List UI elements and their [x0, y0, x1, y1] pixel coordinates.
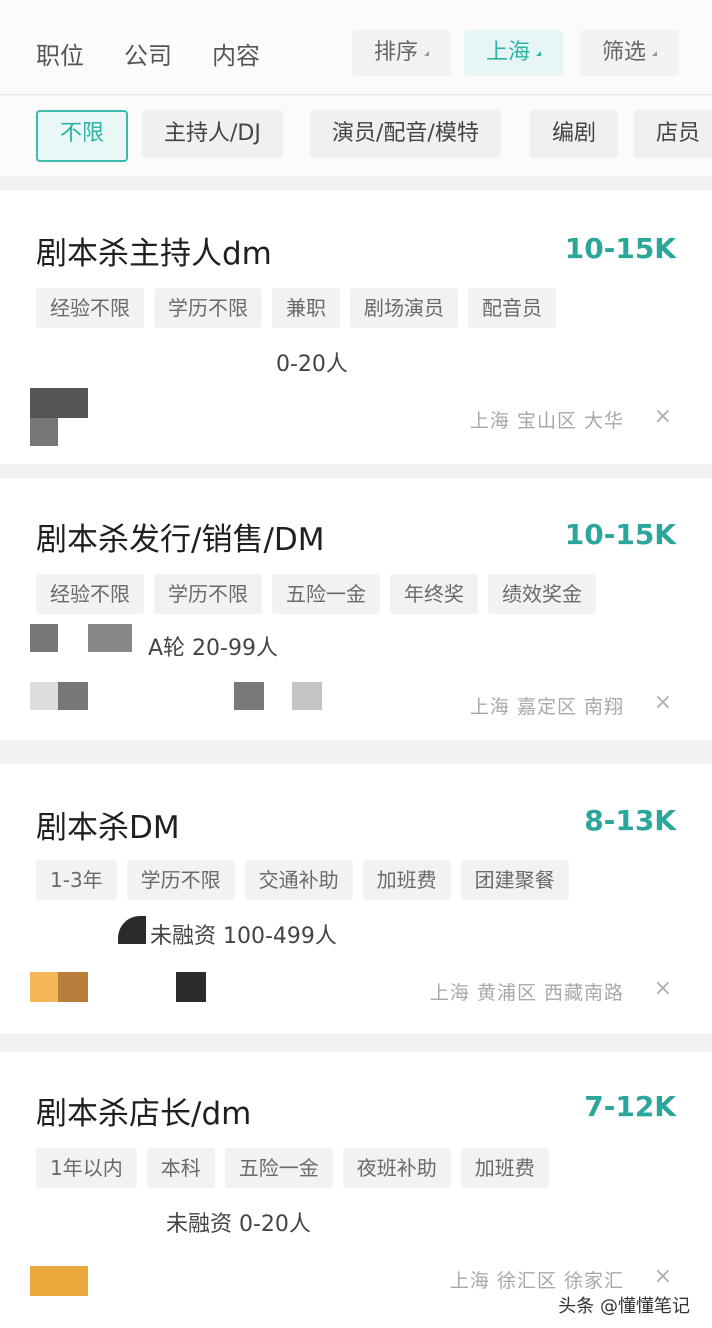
job-tags: 经验不限 学历不限 五险一金 年终奖 绩效奖金: [36, 574, 596, 614]
redacted-avatar: [58, 972, 88, 1002]
category-chip-all[interactable]: 不限: [36, 110, 129, 162]
job-tag: 1-3年: [36, 860, 117, 900]
job-tag: 年终奖: [390, 574, 478, 614]
job-tag: 五险一金: [224, 1148, 333, 1188]
dropdown-triangle-icon: [424, 50, 430, 56]
job-tag: 配音员: [468, 288, 556, 328]
category-chip-writer[interactable]: 编剧: [530, 110, 619, 158]
sort-label: 排序: [374, 40, 419, 65]
job-location: 上海 嘉定区 南翔: [469, 696, 624, 718]
job-tag: 绩效奖金: [488, 574, 596, 614]
company-info: A轮 20-99人: [148, 636, 278, 661]
job-card[interactable]: 剧本杀发行/销售/DM 10-15K 经验不限 学历不限 五险一金 年终奖 绩效…: [0, 478, 712, 740]
dropdown-triangle-icon: [536, 50, 542, 56]
job-salary: 10-15K: [564, 518, 676, 551]
tab-positions[interactable]: 职位: [36, 36, 84, 71]
job-salary: 10-15K: [564, 232, 676, 265]
top-bar: 职位 公司 内容 排序 上海 筛选: [0, 0, 712, 95]
company-info: 未融资 100-499人: [150, 924, 337, 949]
company-info: 0-20人: [276, 352, 348, 377]
job-tags: 1年以内 本科 五险一金 夜班补助 加班费: [36, 1148, 549, 1188]
job-tag: 经验不限: [36, 288, 144, 328]
redacted-block: [176, 972, 206, 1002]
redacted-logo: [30, 418, 58, 446]
redacted-block: [234, 682, 264, 710]
job-tag: 交通补助: [244, 860, 353, 900]
close-icon[interactable]: ×: [654, 404, 672, 429]
watermark: 头条 @懂懂笔记: [552, 1290, 696, 1320]
category-bar: 不限 主持人/DJ 演员/配音/模特 编剧 店员: [0, 96, 712, 176]
redacted-block: [292, 682, 322, 710]
category-chip-host[interactable]: 主持人/DJ: [142, 110, 283, 158]
redacted-block: [118, 916, 146, 944]
close-icon[interactable]: ×: [654, 976, 672, 1001]
job-card[interactable]: 剧本杀DM 8-13K 1-3年 学历不限 交通补助 加班费 团建聚餐 未融资 …: [0, 764, 712, 1034]
job-tag: 加班费: [362, 860, 451, 900]
job-tags: 1-3年 学历不限 交通补助 加班费 团建聚餐: [36, 860, 569, 900]
job-tag: 本科: [146, 1148, 215, 1188]
job-title: 剧本杀DM: [36, 810, 180, 846]
job-card[interactable]: 剧本杀店长/dm 7-12K 1年以内 本科 五险一金 夜班补助 加班费 未融资…: [0, 1052, 712, 1328]
company-info: 未融资 0-20人: [166, 1212, 311, 1237]
job-location: 上海 黄浦区 西藏南路: [429, 982, 624, 1004]
category-chip-clerk[interactable]: 店员: [634, 110, 712, 158]
sort-dropdown[interactable]: 排序: [352, 30, 452, 76]
job-tag: 学历不限: [154, 574, 262, 614]
job-salary: 8-13K: [584, 804, 676, 837]
job-tag: 加班费: [460, 1148, 549, 1188]
redacted-avatar: [58, 682, 88, 710]
job-tag: 经验不限: [36, 574, 144, 614]
redacted-logo: [30, 624, 58, 652]
tab-content[interactable]: 内容: [212, 36, 260, 71]
job-tag: 五险一金: [272, 574, 380, 614]
category-chip-actor[interactable]: 演员/配音/模特: [310, 110, 501, 158]
job-tag: 兼职: [272, 288, 340, 328]
filter-label: 筛选: [602, 40, 647, 65]
job-tag: 团建聚餐: [460, 860, 569, 900]
close-icon[interactable]: ×: [654, 690, 672, 715]
job-tag: 夜班补助: [342, 1148, 451, 1188]
job-tag: 1年以内: [36, 1148, 137, 1188]
redacted-avatar: [30, 682, 58, 710]
job-tag: 学历不限: [126, 860, 235, 900]
job-title: 剧本杀主持人dm: [36, 236, 272, 272]
job-tags: 经验不限 学历不限 兼职 剧场演员 配音员: [36, 288, 556, 328]
redacted-logo: [30, 1266, 88, 1296]
city-label: 上海: [486, 40, 531, 65]
redacted-block: [88, 624, 132, 652]
job-location: 上海 徐汇区 徐家汇: [449, 1270, 624, 1292]
redacted-logo: [30, 388, 88, 418]
redacted-avatar: [30, 972, 58, 1002]
job-title: 剧本杀店长/dm: [36, 1096, 252, 1132]
job-salary: 7-12K: [584, 1090, 676, 1123]
dropdown-triangle-icon: [652, 50, 658, 56]
filter-dropdown[interactable]: 筛选: [580, 30, 680, 76]
job-tag: 学历不限: [154, 288, 262, 328]
city-dropdown[interactable]: 上海: [464, 30, 564, 76]
job-title: 剧本杀发行/销售/DM: [36, 522, 325, 558]
job-location: 上海 宝山区 大华: [469, 410, 624, 432]
tab-companies[interactable]: 公司: [124, 36, 172, 71]
job-tag: 剧场演员: [350, 288, 458, 328]
close-icon[interactable]: ×: [654, 1264, 672, 1289]
job-card[interactable]: 剧本杀主持人dm 10-15K 经验不限 学历不限 兼职 剧场演员 配音员 0-…: [0, 190, 712, 464]
